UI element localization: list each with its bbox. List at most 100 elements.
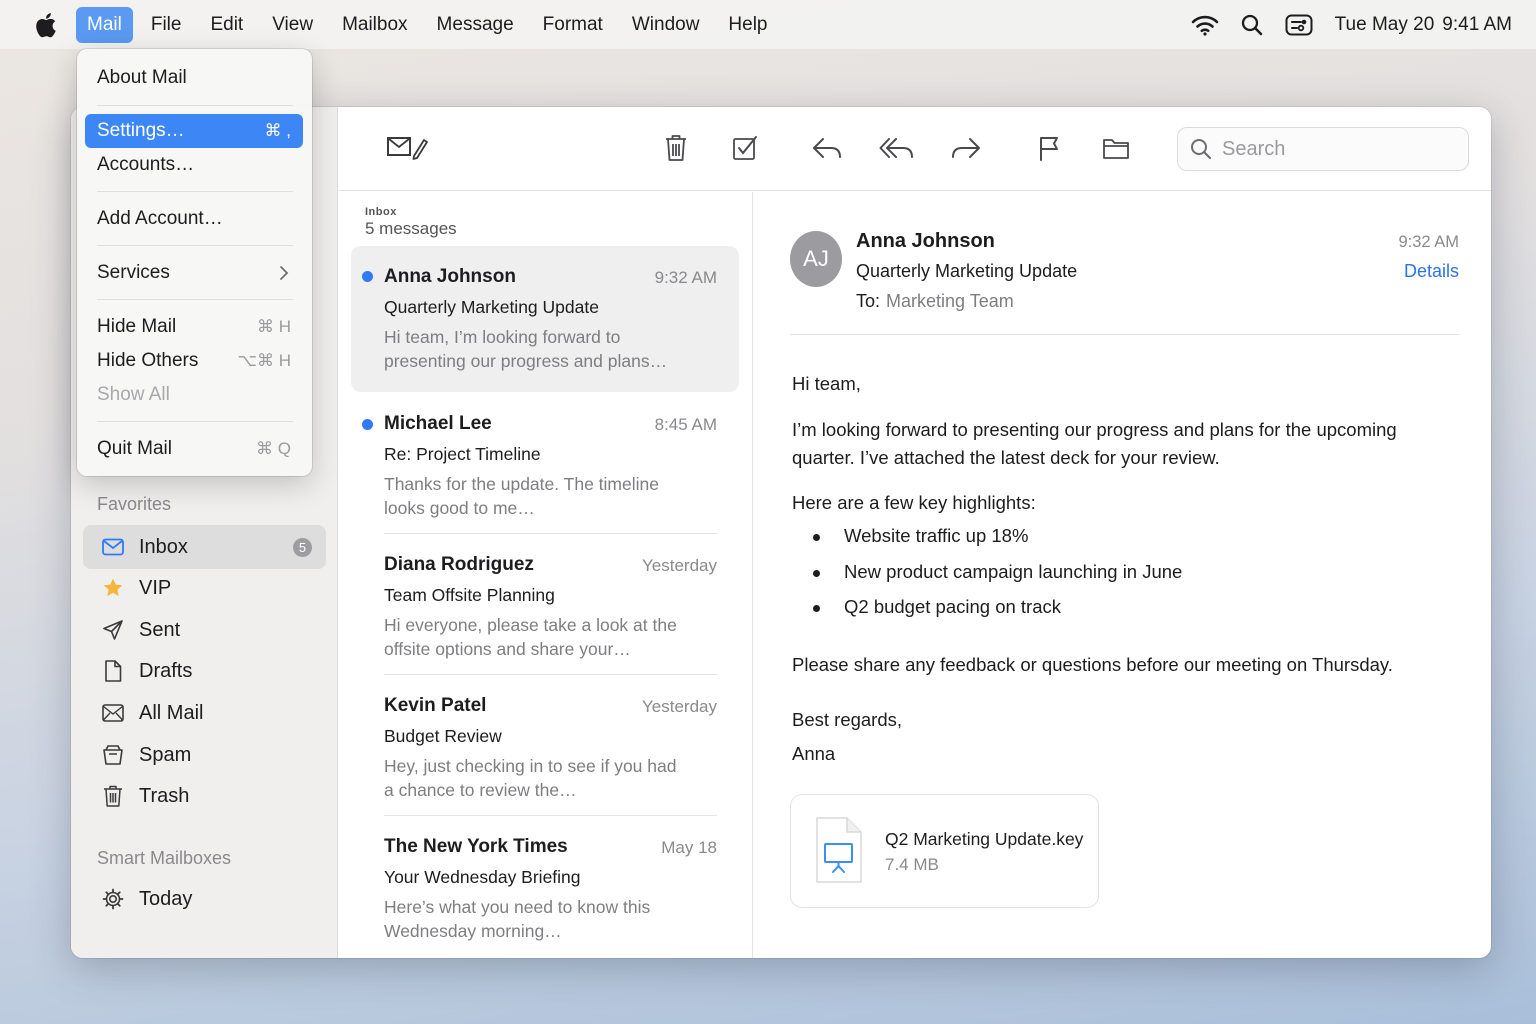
search-input[interactable] [1222,137,1452,161]
smart-mailboxes-label: Smart Mailboxes [97,848,232,868]
sidebar-item-trash[interactable]: Trash [83,774,326,818]
unread-dot [362,419,373,430]
chevron-right-icon [280,266,289,280]
sidebar-item-label: Inbox [139,535,188,558]
email-signature: Anna [792,743,836,764]
spotlight-search-icon[interactable] [1241,14,1263,36]
reply-all-button[interactable] [878,131,916,165]
sidebar-item-spam[interactable]: Spam [83,733,326,777]
recipient-name[interactable]: Marketing Team [886,291,1014,311]
favorites-label: Favorites [97,494,172,514]
attachment-card[interactable]: Q2 Marketing Update.key 7.4 MB [790,794,1099,908]
flag-button[interactable] [1032,131,1066,165]
menu-message[interactable]: Message [426,7,525,43]
message-row[interactable]: Michael Lee 8:45 AM Re: Project Timeline… [351,393,739,534]
menu-item-label: About Mail [97,67,187,88]
menu-edit[interactable]: Edit [199,7,254,43]
menu-help[interactable]: Help [717,7,778,43]
message-sender: Michael Lee [384,413,492,434]
folder-icon [1103,139,1129,159]
menu-item-settings[interactable]: Settings… ⌘ , [85,114,303,148]
reading-pane: AJ Anna Johnson Quarterly Marketing Upda… [754,192,1491,958]
message-row[interactable]: Diana Rodriguez Yesterday Team Offsite P… [351,534,739,675]
menu-divider [97,299,293,300]
message-preview: Hey, just checking in to see if you had … [384,756,677,800]
menu-view[interactable]: View [261,7,324,43]
menu-mailbox[interactable]: Mailbox [331,7,418,43]
sidebar-item-today[interactable]: Today [83,877,326,921]
menu-item-quit-mail[interactable]: Quit Mail ⌘ Q [85,432,303,466]
wifi-icon[interactable] [1191,14,1219,36]
unread-count-badge: 5 [293,537,312,557]
menu-item-services[interactable]: Services [85,256,303,290]
menu-format[interactable]: Format [532,7,614,43]
shortcut-label: ⌘ Q [256,439,291,458]
menu-file[interactable]: File [140,7,193,43]
menu-item-label: Show All [97,384,170,405]
reply-button[interactable] [810,131,844,165]
checkbox-icon [733,136,757,160]
sender-avatar: AJ [790,231,842,287]
sidebar-item-vip[interactable]: VIP [83,566,326,610]
sidebar-item-inbox[interactable]: Inbox 5 [83,525,326,569]
message-preview: Hi everyone, please take a look at the o… [384,615,677,659]
delete-button[interactable] [659,131,693,165]
message-row[interactable]: Kevin Patel Yesterday Budget Review Hey,… [351,675,739,816]
message-preview: Here’s what you need to know this Wednes… [384,897,651,941]
message-row[interactable]: Anna Johnson 9:32 AM Quarterly Marketing… [351,246,739,392]
reply-icon [813,138,841,158]
tray-icon [101,701,125,725]
sidebar-item-label: Spam [139,743,192,766]
message-subject: Team Offsite Planning [384,585,555,605]
email-sender[interactable]: Anna Johnson [856,230,995,253]
compose-button[interactable] [384,131,434,165]
toolbar [339,107,1491,191]
email-greeting: Hi team, [792,373,861,394]
menu-divider [97,421,293,422]
menu-mail[interactable]: Mail [76,6,133,43]
envelope-icon [101,535,125,559]
menu-item-label: Accounts… [97,154,195,175]
control-center-icon[interactable] [1285,14,1313,36]
sidebar-item-label: VIP [139,576,172,599]
details-link[interactable]: Details [1404,261,1459,282]
trash-icon [666,135,686,161]
attachment-size: 7.4 MB [885,855,939,874]
email-recipients: To: Marketing Team [856,291,1014,312]
search-icon [1191,139,1212,160]
sidebar-item-sent[interactable]: Sent [83,608,326,652]
apple-logo-icon[interactable] [32,11,58,39]
email-paragraph: Here are a few key highlights: [792,492,1036,513]
list-item: New product campaign launching in June [806,561,1182,597]
sidebar-item-label: Today [139,887,193,910]
paper-plane-icon [101,618,125,642]
menu-item-hide-others[interactable]: Hide Others ⌥⌘ H [85,344,303,378]
menubar-clock[interactable]: Tue May 20 9:41 AM [1335,14,1512,36]
attachment-name: Q2 Marketing Update.key [885,829,1084,849]
forward-button[interactable] [949,131,983,165]
menu-item-label: Settings… [97,120,185,141]
menu-item-accounts[interactable]: Accounts… [85,148,303,182]
menu-window[interactable]: Window [621,7,711,43]
shortcut-label: ⌥⌘ H [237,351,291,370]
message-sender: Diana Rodriguez [384,554,534,575]
menubar-time: 9:41 AM [1442,13,1512,35]
menu-item-about-mail[interactable]: About Mail [85,61,303,95]
message-time: Yesterday [642,697,717,716]
highlights-list: Website traffic up 18% New product campa… [806,525,1182,632]
unread-dot [362,271,373,282]
email-paragraph: Please share any feedback or questions b… [792,654,1393,675]
sidebar-item-label: Trash [139,784,190,807]
search-field[interactable] [1177,127,1469,171]
email-signoff: Best regards, [792,709,903,730]
menu-item-add-account[interactable]: Add Account… [85,202,303,236]
message-row[interactable]: The New York Times May 18 Your Wednesday… [351,816,739,957]
junk-button[interactable] [728,131,762,165]
move-button[interactable] [1099,131,1133,165]
sidebar-item-drafts[interactable]: Drafts [83,649,326,693]
mailbox-name: Inbox [365,206,397,218]
email-subject: Quarterly Marketing Update [856,261,1078,281]
sidebar-item-all-mail[interactable]: All Mail [83,691,326,735]
header-divider [790,334,1459,335]
menu-item-hide-mail[interactable]: Hide Mail ⌘ H [85,310,303,344]
